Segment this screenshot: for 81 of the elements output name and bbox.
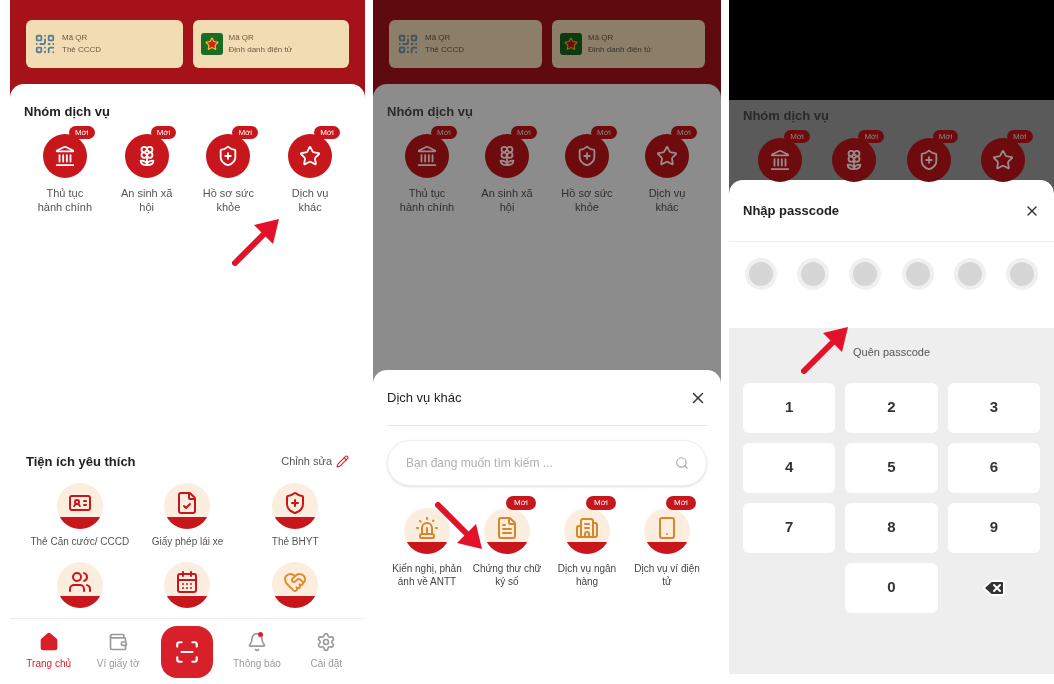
utility-label: Giấy phép lái xe (150, 535, 225, 548)
new-badge: Mới (314, 125, 340, 139)
sheet-title: Nhập passcode (743, 201, 840, 220)
keypad-key[interactable]: 8 (845, 502, 938, 553)
qr-card[interactable]: Mã QR Định danh điện tử (192, 20, 349, 68)
siren-icon[interactable] (404, 508, 450, 554)
service-label: Thủ tục hành chính (398, 185, 456, 214)
service-label: Dịch vụ ví điện tử (633, 562, 701, 588)
service-label: Kiến nghị, phản ánh về ANTT (391, 562, 463, 588)
calendar-icon[interactable] (164, 562, 211, 608)
search-field[interactable]: Bạn đang muốn tìm kiếm ... (387, 440, 707, 486)
shield-cross-icon[interactable] (272, 483, 319, 529)
new-badge: Mới (671, 125, 697, 139)
keypad-key[interactable]: 3 (947, 382, 1040, 433)
new-badge: Mới (586, 496, 616, 510)
new-badge: Mới (431, 125, 457, 139)
keypad-key[interactable]: 6 (947, 442, 1040, 493)
service-label: Chứng thư chữ ký số (471, 562, 543, 588)
shield-icon[interactable] (206, 133, 251, 178)
nav-tab[interactable]: Trang chủ (14, 632, 84, 671)
scan-button[interactable] (161, 625, 214, 678)
star-emblem-icon (560, 33, 582, 55)
card-subtitle: Định danh điện tử (588, 44, 652, 56)
card-subtitle: Thẻ CCCD (425, 44, 465, 56)
service-label: Hồ sơ sức khỏe (560, 185, 614, 214)
card-title: Mã QR (62, 32, 89, 44)
new-badge: Mới (150, 125, 177, 139)
building-columns-icon[interactable] (758, 137, 803, 182)
service-label: Thủ tục hành chính (36, 185, 94, 214)
search-icon (675, 456, 689, 470)
bell-icon (246, 632, 267, 652)
section-title: Tiện ích yêu thích (26, 452, 136, 471)
pointer-arrow (435, 502, 483, 550)
new-badge: Mới (506, 496, 536, 510)
checked-document-icon[interactable] (164, 483, 211, 529)
settings-icon (316, 632, 337, 652)
pointer-arrow (801, 326, 849, 374)
flower-icon[interactable] (832, 137, 877, 182)
certificate-icon[interactable] (484, 508, 530, 554)
home-icon (38, 632, 59, 652)
new-badge: Mới (666, 496, 696, 510)
utility-label: Thẻ BHYT (270, 535, 320, 548)
wallet-icon (108, 632, 129, 652)
keypad-key[interactable]: 5 (845, 442, 938, 493)
sheet-title: Dịch vụ khác (387, 388, 462, 407)
card-subtitle: Thẻ CCCD (62, 44, 102, 56)
service-label: Dịch vụ khác (290, 185, 330, 214)
edit-link[interactable]: Chỉnh sửa (281, 453, 349, 470)
pencil-icon (336, 454, 349, 468)
scan-icon (174, 638, 201, 665)
new-badge: Mới (511, 125, 537, 139)
new-badge: Mới (591, 125, 617, 139)
qr-card[interactable]: Mã QR Thẻ CCCD (26, 20, 183, 68)
service-label: Hồ sơ sức khỏe (201, 185, 255, 214)
keypad-key[interactable]: 7 (743, 502, 836, 553)
new-badge: Mới (858, 129, 885, 143)
service-label: Dịch vụ khác (647, 185, 687, 214)
card-subtitle: Định danh điện tử (228, 44, 293, 56)
new-badge: Mới (932, 129, 959, 143)
service-label: An sinh xã hội (480, 185, 534, 214)
card-title: Mã QR (228, 32, 255, 44)
bank-icon[interactable] (564, 508, 610, 554)
new-badge: Mới (784, 129, 810, 143)
keypad-key[interactable]: 9 (947, 502, 1040, 553)
forgot-passcode-link[interactable]: Quên passcode (852, 344, 931, 361)
pointer-arrow (232, 218, 280, 266)
new-badge: Mới (232, 125, 259, 139)
keypad-key[interactable]: 1 (743, 382, 836, 433)
section-title: Nhóm dịch vụ (387, 103, 474, 121)
keypad-key[interactable]: 0 (845, 562, 938, 613)
star-emblem-icon (200, 33, 223, 55)
utility-label: Thẻ Căn cước/ CCCD (29, 535, 130, 548)
service-label: Dịch vụ ngân hàng (556, 562, 618, 588)
new-badge: Mới (68, 125, 95, 139)
keypad-key[interactable]: 4 (743, 442, 836, 493)
card-title: Mã QR (588, 32, 615, 44)
new-badge: Mới (1006, 129, 1033, 143)
service-label: An sinh xã hội (119, 185, 174, 214)
card-title: Mã QR (425, 32, 452, 44)
section-title: Nhóm dịch vụ (24, 103, 111, 121)
keypad-key[interactable]: 2 (845, 382, 938, 433)
